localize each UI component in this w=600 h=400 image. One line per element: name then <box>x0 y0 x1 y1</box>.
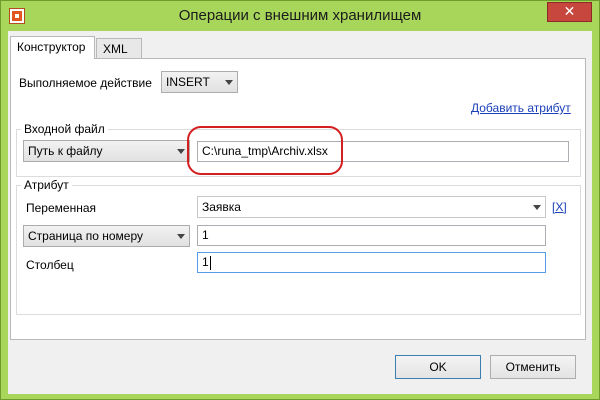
ok-button[interactable]: OK <box>395 355 481 379</box>
file-mode-select-value: Путь к файлу <box>28 144 103 158</box>
window-title: Операции с внешним хранилищем <box>178 7 422 24</box>
chevron-down-icon <box>177 234 185 239</box>
variable-select[interactable]: Заявка <box>197 196 546 218</box>
column-value: 1 <box>202 255 209 269</box>
text-caret <box>209 255 211 270</box>
cancel-button[interactable]: Отменить <box>490 355 576 379</box>
page-number-input[interactable]: 1 <box>197 225 546 246</box>
dialog-window: Операции с внешним хранилищем ✕ Конструк… <box>0 0 600 400</box>
action-label: Выполняемое действие <box>19 76 152 90</box>
annotation-highlight <box>187 126 343 175</box>
page-number-value: 1 <box>202 228 209 242</box>
variable-label: Переменная <box>26 201 96 215</box>
attribute-group-title: Атрибут <box>21 178 72 192</box>
chevron-down-icon <box>533 205 541 210</box>
chevron-down-icon <box>177 149 185 154</box>
file-mode-select[interactable]: Путь к файлу <box>23 140 190 162</box>
tab-constructor[interactable]: Конструктор <box>10 36 95 59</box>
add-attribute-link[interactable]: Добавить атрибут <box>471 101 571 115</box>
action-select[interactable]: INSERT <box>161 71 238 93</box>
input-file-group-title: Входной файл <box>21 122 108 136</box>
chevron-down-icon <box>225 80 233 85</box>
variable-select-value: Заявка <box>202 200 241 214</box>
tab-xml[interactable]: XML <box>96 38 142 58</box>
action-select-value: INSERT <box>166 75 210 89</box>
page-mode-select-value: Страница по номеру <box>28 229 143 243</box>
remove-attribute-link[interactable]: [X] <box>552 200 567 214</box>
dialog-client: Конструктор XML Выполняемое действие INS… <box>8 31 592 394</box>
title-bar: Операции с внешним хранилищем ✕ <box>1 1 599 31</box>
close-button[interactable]: ✕ <box>547 2 592 22</box>
column-input[interactable]: 1 <box>197 252 546 273</box>
column-label: Столбец <box>26 258 74 272</box>
tab-panel-constructor: Выполняемое действие INSERT Добавить атр… <box>10 58 586 340</box>
page-mode-select[interactable]: Страница по номеру <box>23 225 190 247</box>
